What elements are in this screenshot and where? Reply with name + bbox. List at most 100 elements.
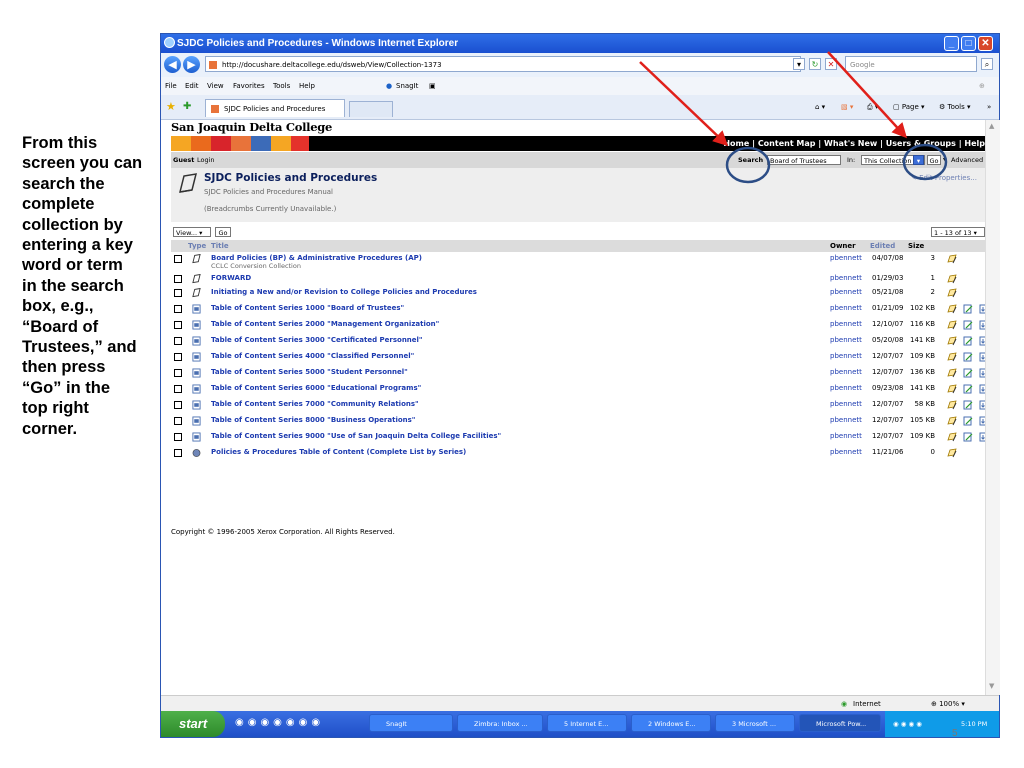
col-type[interactable]: Type — [188, 240, 206, 252]
tray-icons[interactable]: ◉ ◉ ◉ ◉ — [893, 711, 922, 737]
chevron-more-icon[interactable]: » — [987, 101, 991, 113]
row-title[interactable]: Table of Content Series 8000 "Business O… — [211, 416, 415, 424]
edit-doc-icon[interactable] — [963, 384, 973, 394]
back-icon[interactable]: ◀ — [164, 56, 181, 73]
snagit-capture-icon[interactable]: ▣ — [429, 77, 436, 95]
menu-help[interactable]: Help — [299, 77, 315, 95]
forward-icon[interactable]: ▶ — [183, 56, 200, 73]
row-owner[interactable]: pbennett — [830, 352, 862, 360]
properties-icon[interactable] — [947, 274, 957, 284]
row-title[interactable]: FORWARD — [211, 274, 251, 282]
properties-icon[interactable] — [947, 336, 957, 346]
properties-icon[interactable] — [947, 352, 957, 362]
search-icon[interactable]: ⌕ — [981, 58, 993, 70]
row-title[interactable]: Board Policies (BP) & Administrative Pro… — [211, 254, 422, 262]
maximize-icon[interactable]: □ — [961, 36, 976, 51]
row-owner[interactable]: pbennett — [830, 368, 862, 376]
properties-icon[interactable] — [947, 368, 957, 378]
row-title[interactable]: Table of Content Series 7000 "Community … — [211, 400, 419, 408]
vertical-scrollbar[interactable]: ▲ ▼ — [985, 120, 1000, 695]
properties-icon[interactable] — [947, 432, 957, 442]
taskbar-zimbra[interactable]: Zimbra: Inbox ... — [457, 714, 543, 732]
nav-content-map[interactable]: Content Map — [758, 139, 816, 148]
row-checkbox[interactable] — [174, 337, 182, 345]
advanced-link[interactable]: Advanced — [951, 152, 983, 168]
menu-favorites[interactable]: Favorites — [233, 77, 265, 95]
menu-edit[interactable]: Edit — [185, 77, 199, 95]
nav-help[interactable]: Help — [964, 139, 985, 148]
taskbar-powerpoint[interactable]: Microsoft Pow... — [799, 714, 881, 732]
nav-home[interactable]: Home — [723, 139, 749, 148]
row-checkbox[interactable] — [174, 305, 182, 313]
menu-file[interactable]: File — [165, 77, 177, 95]
row-checkbox[interactable] — [174, 417, 182, 425]
properties-icon[interactable] — [947, 254, 957, 264]
table-row[interactable]: Policies & Procedures Table of Content (… — [171, 446, 985, 461]
row-owner[interactable]: pbennett — [830, 448, 862, 456]
row-checkbox[interactable] — [174, 353, 182, 361]
stop-icon[interactable]: ✕ — [825, 58, 837, 70]
row-owner[interactable]: pbennett — [830, 254, 862, 262]
properties-icon[interactable] — [947, 320, 957, 330]
start-button[interactable]: start — [161, 711, 225, 737]
row-owner[interactable]: pbennett — [830, 416, 862, 424]
properties-icon[interactable] — [947, 288, 957, 298]
scope-dropdown-icon[interactable]: ▾ — [913, 155, 924, 165]
row-title[interactable]: Policies & Procedures Table of Content (… — [211, 448, 466, 456]
edit-doc-icon[interactable] — [963, 416, 973, 426]
scroll-down-icon[interactable]: ▼ — [989, 682, 994, 690]
browser-search-input[interactable]: Google — [845, 56, 977, 72]
row-title[interactable]: Initiating a New and/or Revision to Coll… — [211, 288, 477, 296]
view-go-button[interactable]: Go — [215, 227, 231, 237]
edit-doc-icon[interactable] — [963, 400, 973, 410]
taskbar-snagit[interactable]: SnagIt — [369, 714, 453, 732]
menu-tools[interactable]: Tools — [273, 77, 290, 95]
add-favorite-icon[interactable]: ✚ — [183, 101, 191, 112]
table-row[interactable]: Table of Content Series 2000 "Management… — [171, 318, 985, 333]
feeds-icon[interactable]: ▧ ▾ — [841, 101, 853, 113]
taskbar-microsoft[interactable]: 3 Microsoft ... — [715, 714, 795, 732]
col-owner[interactable]: Owner — [830, 240, 856, 252]
nav-whats-new[interactable]: What's New — [824, 139, 877, 148]
edit-doc-icon[interactable] — [963, 304, 973, 314]
row-title[interactable]: Table of Content Series 5000 "Student Pe… — [211, 368, 408, 376]
refresh-icon[interactable]: ↻ — [809, 58, 821, 70]
edit-doc-icon[interactable] — [963, 368, 973, 378]
table-row[interactable]: Table of Content Series 9000 "Use of San… — [171, 430, 985, 445]
row-checkbox[interactable] — [174, 275, 182, 283]
row-owner[interactable]: pbennett — [830, 304, 862, 312]
edit-doc-icon[interactable] — [963, 320, 973, 330]
row-title[interactable]: Table of Content Series 3000 "Certificat… — [211, 336, 423, 344]
address-input[interactable]: http://docushare.deltacollege.edu/dsweb/… — [205, 56, 801, 72]
col-edited[interactable]: Edited — [870, 240, 895, 252]
minimize-icon[interactable]: _ — [944, 36, 959, 51]
row-owner[interactable]: pbennett — [830, 384, 862, 392]
row-title[interactable]: Table of Content Series 6000 "Educationa… — [211, 384, 421, 392]
properties-icon[interactable] — [947, 400, 957, 410]
properties-icon[interactable] — [947, 384, 957, 394]
row-owner[interactable]: pbennett — [830, 288, 862, 296]
properties-icon[interactable] — [947, 416, 957, 426]
row-owner[interactable]: pbennett — [830, 274, 862, 282]
edit-properties-link[interactable]: ✎ Edit Properties... — [911, 174, 977, 182]
view-select[interactable]: View... ▾ — [173, 227, 211, 237]
row-owner[interactable]: pbennett — [830, 336, 862, 344]
zoom-control[interactable]: ⊕ 100% ▾ — [931, 696, 965, 712]
row-checkbox[interactable] — [174, 255, 182, 263]
row-checkbox[interactable] — [174, 289, 182, 297]
new-tab-button[interactable] — [349, 101, 393, 117]
row-title[interactable]: Table of Content Series 4000 "Classified… — [211, 352, 414, 360]
properties-icon[interactable] — [947, 448, 957, 458]
scroll-up-icon[interactable]: ▲ — [989, 122, 994, 130]
tools-menu[interactable]: ⚙ Tools ▾ — [939, 101, 971, 113]
close-icon[interactable]: ✕ — [978, 36, 993, 51]
address-dropdown-icon[interactable]: ▾ — [793, 58, 805, 70]
table-row[interactable]: Table of Content Series 1000 "Board of T… — [171, 302, 985, 317]
home-icon[interactable]: ⌂ ▾ — [815, 101, 825, 113]
taskbar-windows-explorer[interactable]: 2 Windows E... — [631, 714, 711, 732]
row-title[interactable]: Table of Content Series 2000 "Management… — [211, 320, 439, 328]
row-checkbox[interactable] — [174, 385, 182, 393]
page-menu[interactable]: ▢ Page ▾ — [893, 101, 925, 113]
row-checkbox[interactable] — [174, 433, 182, 441]
row-title[interactable]: Table of Content Series 9000 "Use of San… — [211, 432, 501, 440]
